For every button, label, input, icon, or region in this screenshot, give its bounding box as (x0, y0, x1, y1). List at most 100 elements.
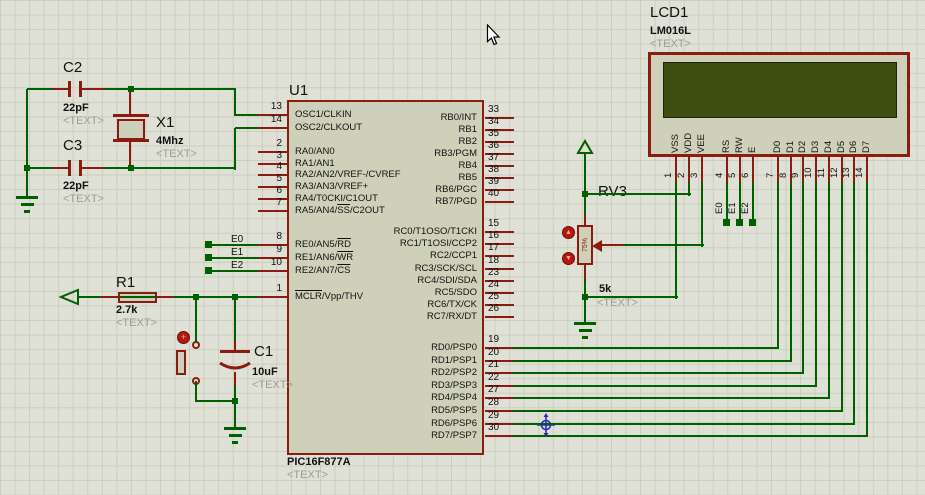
ground-bar (228, 434, 242, 437)
wire-segment (195, 297, 197, 343)
pic-pin-number: 13 (270, 101, 282, 112)
data-bus-wire (513, 360, 792, 362)
pic-pin-label: RB3/PGM (434, 148, 477, 159)
x1-value-label: 4Mhz (156, 135, 184, 147)
lcd-pin-number: 3 (689, 172, 700, 178)
pic-pin-label: RD6/PSP6 (431, 418, 477, 429)
data-bus-wire (853, 182, 855, 425)
c3-ref-label: C3 (63, 137, 83, 154)
rv3-decrease-button[interactable]: ▼ (562, 252, 575, 265)
pic-pin-number: 18 (488, 255, 500, 266)
net-terminal (749, 219, 756, 226)
lcd-pin-label: VEE (696, 133, 707, 153)
ground-bar (578, 329, 592, 332)
pic-pin-label: RD5/PSP5 (431, 405, 477, 416)
pic-pin-number: 34 (488, 116, 500, 127)
ground-bar (232, 441, 238, 444)
pic-pin-label: MCLR/Vpp/THV (295, 291, 364, 302)
pic-pin-number: 20 (488, 347, 500, 358)
push-button-actuator[interactable]: + (177, 331, 190, 344)
schematic-canvas: U1 PIC16F877A <TEXT> LCD1 LM016L <TEXT> … (0, 0, 925, 495)
pic-pin-number: 40 (488, 188, 500, 199)
component-pin-segment (584, 264, 586, 279)
pic-pin-number: 1 (276, 283, 282, 294)
x1-text-placeholder: <TEXT> (156, 148, 197, 160)
c2-ref-label: C2 (63, 59, 83, 76)
data-bus-wire (513, 410, 843, 412)
push-button[interactable] (176, 350, 186, 375)
data-bus-wire (828, 182, 830, 399)
pic-pin-label: RA2/AN2/VREF-/CVREF (295, 169, 401, 180)
net-label: E2 (231, 260, 244, 271)
pic-pin-number: 9 (276, 244, 282, 255)
lcd-screen (663, 62, 897, 118)
pic-text-placeholder: <TEXT> (287, 469, 328, 481)
x1-crystal[interactable] (117, 119, 145, 140)
data-bus-wire (513, 347, 779, 349)
pic-pin-stub (485, 201, 514, 203)
lcd-pin-label: RW (734, 137, 745, 153)
net-label: E1 (727, 202, 738, 214)
x1-crystal-plate[interactable] (113, 114, 149, 117)
wire-segment (81, 88, 236, 90)
component-pin-segment (584, 214, 586, 226)
rv3-wiper-arrow-icon (592, 239, 602, 257)
net-terminal (205, 267, 212, 274)
origin-marker-icon (533, 412, 559, 443)
component-pin-segment (129, 89, 131, 116)
pic-pin-stub (258, 270, 287, 272)
c3-text-placeholder: <TEXT> (63, 193, 104, 205)
pic-pin-stub (258, 127, 287, 129)
lcd-pin-label: D6 (848, 140, 859, 153)
pic-pin-number: 22 (488, 372, 500, 383)
junction-dot (193, 294, 199, 300)
pic-pin-number: 29 (488, 410, 500, 421)
ground-symbol (570, 322, 600, 339)
wire-segment (234, 297, 236, 342)
net-terminal (736, 219, 743, 226)
pic-ref-label: U1 (289, 82, 309, 99)
lcd-pin-number: 9 (790, 172, 801, 178)
lcd-pin-number: 1 (663, 172, 674, 178)
junction-dot (128, 86, 134, 92)
rv3-potentiometer[interactable]: 75% (577, 225, 593, 265)
lcd-pin-number: 6 (740, 172, 751, 178)
pic-pin-number: 30 (488, 422, 500, 433)
data-bus-wire (513, 372, 804, 374)
component-pin-segment (601, 244, 623, 246)
rv3-increase-button[interactable]: ▲ (562, 226, 575, 239)
junction-dot (24, 165, 30, 171)
pic-pin-stub (485, 316, 514, 318)
pic-pin-label: RE0/AN5/RD (295, 239, 351, 250)
ground-symbol (220, 427, 250, 444)
pic-pin-number: 25 (488, 291, 500, 302)
ground-symbol (12, 196, 42, 213)
input-terminal-arrow[interactable] (58, 287, 80, 312)
pic-pin-number: 7 (276, 197, 282, 208)
component-pin-segment (234, 372, 236, 386)
pic-pin-label: RB2 (458, 136, 477, 147)
wire-segment (701, 182, 703, 247)
pic-pin-number: 26 (488, 303, 500, 314)
lcd-pin-number: 5 (727, 172, 738, 178)
pic-pin-label: RA5/AN4/SS/C2OUT (295, 205, 385, 216)
rv3-ref-label: RV3 (598, 183, 627, 200)
pic-pin-label: RA3/AN3/VREF+ (295, 181, 369, 192)
pic-pin-stub (258, 296, 287, 298)
lcd-pin-number: 13 (841, 167, 852, 178)
pic-pin-number: 33 (488, 104, 500, 115)
pic-pin-label: RA4/T0CKI/C1OUT (295, 193, 378, 204)
pic-pin-label: RB0/INT (440, 112, 477, 123)
net-terminal (205, 241, 212, 248)
net-terminal (205, 254, 212, 261)
r1-value-label: 2.7k (116, 304, 138, 316)
component-pin-segment (156, 296, 173, 298)
pic-pin-number: 3 (276, 150, 282, 161)
pic-pin-label: RB6/PGC (435, 184, 477, 195)
wire-segment (584, 297, 586, 323)
ground-bar (20, 203, 34, 206)
pic-pin-label: RC5/SDO (434, 287, 477, 298)
lcd-pin-label: RS (721, 139, 732, 153)
c3-value-label: 22pF (63, 180, 89, 192)
pic-pin-number: 15 (488, 218, 500, 229)
